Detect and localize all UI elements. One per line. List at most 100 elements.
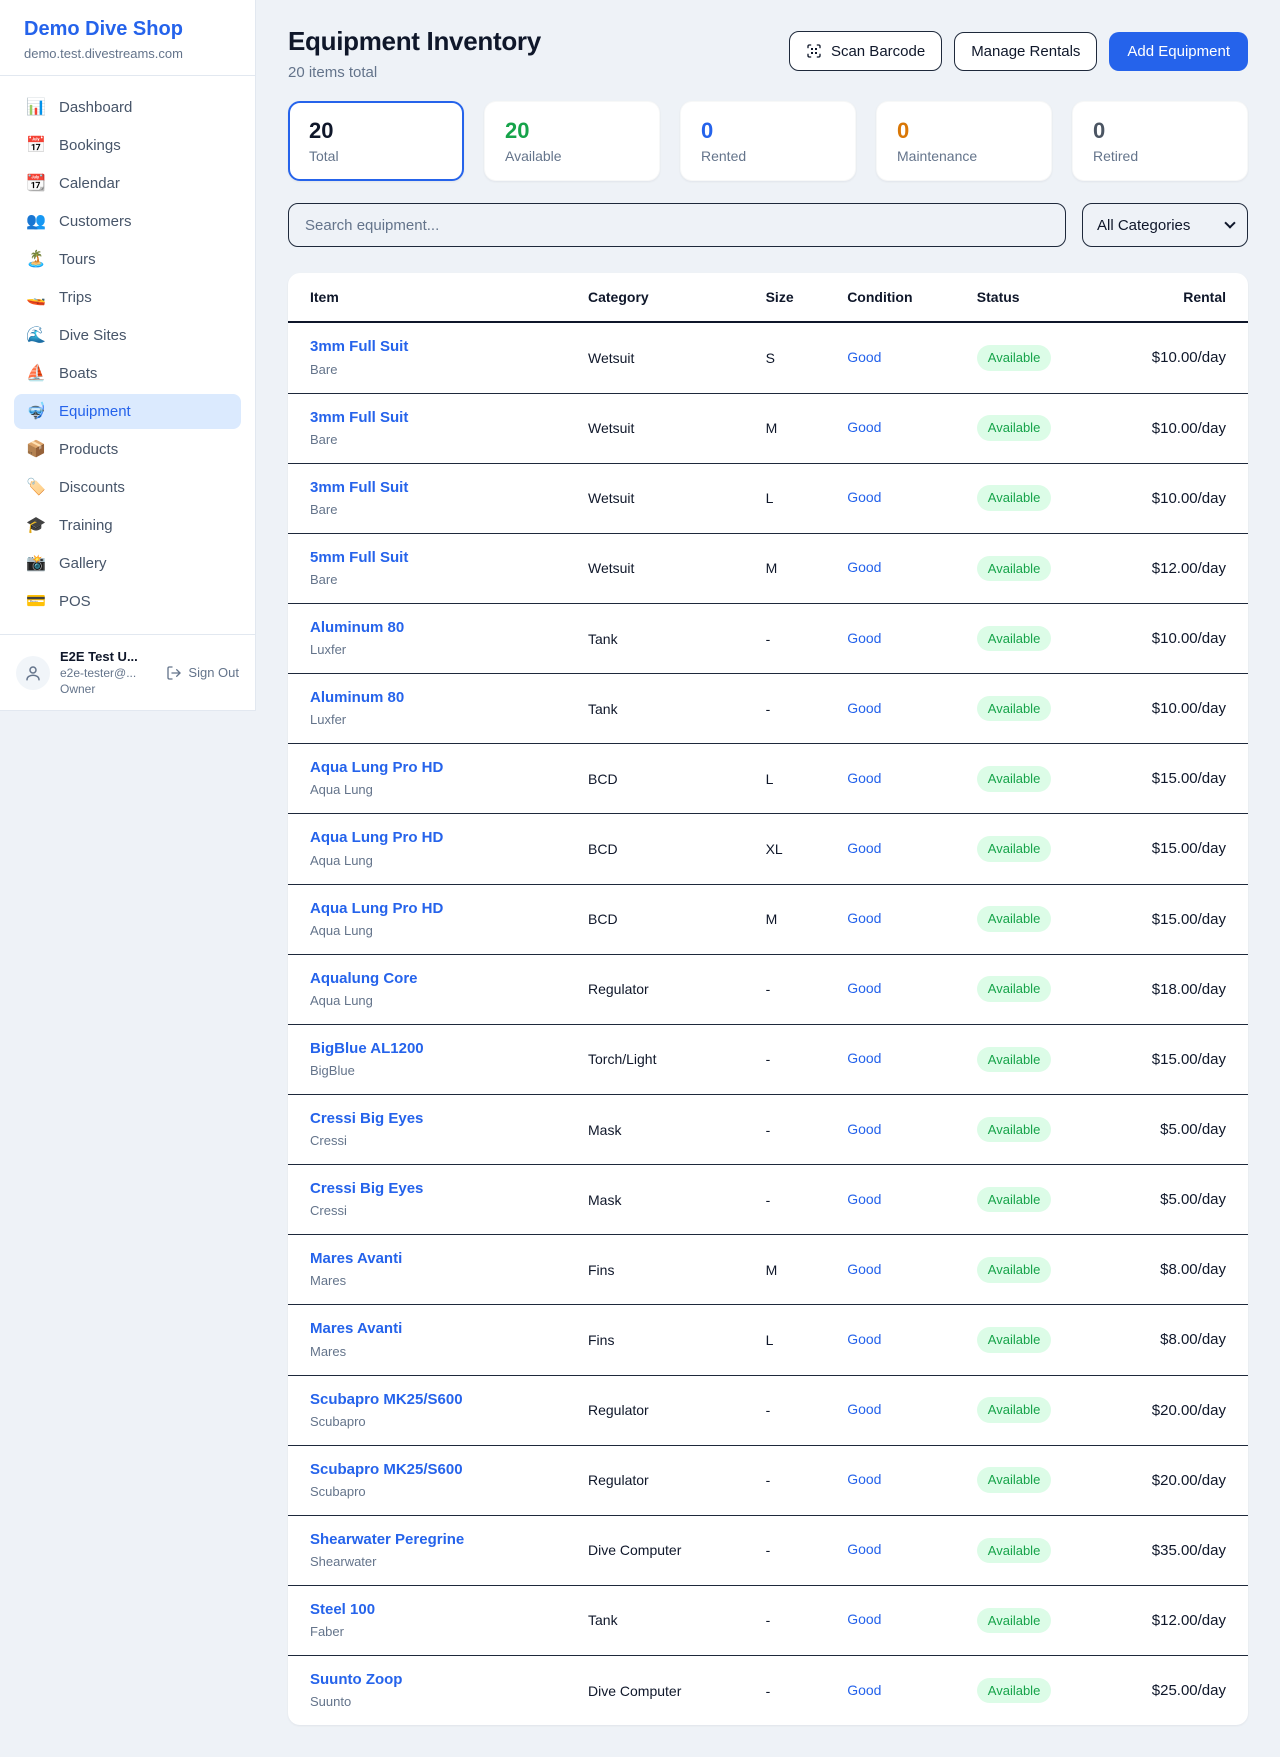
item-link-shearwater-peregrine[interactable]: Shearwater Peregrine (310, 1530, 464, 1550)
table-row-aqua-lung-pro-hd[interactable]: Aqua Lung Pro HD Aqua Lung BCD XL Good A… (288, 814, 1248, 884)
table-row-3mm-full-suit[interactable]: 3mm Full Suit Bare Wetsuit S Good Availa… (288, 322, 1248, 393)
item-link-aluminum-80[interactable]: Aluminum 80 (310, 618, 404, 638)
condition-link[interactable]: Good (847, 559, 881, 575)
table-row-3mm-full-suit[interactable]: 3mm Full Suit Bare Wetsuit M Good Availa… (288, 393, 1248, 463)
rental-cell: $12.00/day (1114, 533, 1248, 603)
condition-link[interactable]: Good (847, 770, 881, 786)
item-link-bigblue-al1200[interactable]: BigBlue AL1200 (310, 1039, 424, 1059)
item-link-aqualung-core[interactable]: Aqualung Core (310, 969, 418, 989)
scan-barcode-button[interactable]: Scan Barcode (789, 31, 942, 71)
item-link-3mm-full-suit[interactable]: 3mm Full Suit (310, 478, 408, 498)
condition-link[interactable]: Good (847, 1611, 881, 1627)
item-link-aqua-lung-pro-hd[interactable]: Aqua Lung Pro HD (310, 758, 443, 778)
condition-link[interactable]: Good (847, 980, 881, 996)
item-link-scubapro-mk25-s600[interactable]: Scubapro MK25/S600 (310, 1460, 463, 1480)
item-link-3mm-full-suit[interactable]: 3mm Full Suit (310, 408, 408, 428)
sidebar-item-bookings[interactable]: 📅 Bookings (14, 128, 241, 163)
condition-link[interactable]: Good (847, 1682, 881, 1698)
manage-rentals-button[interactable]: Manage Rentals (954, 32, 1097, 71)
table-row-scubapro-mk25-s600[interactable]: Scubapro MK25/S600 Scubapro Regulator - … (288, 1445, 1248, 1515)
condition-link[interactable]: Good (847, 489, 881, 505)
item-link-3mm-full-suit[interactable]: 3mm Full Suit (310, 337, 408, 357)
table-row-shearwater-peregrine[interactable]: Shearwater Peregrine Shearwater Dive Com… (288, 1515, 1248, 1585)
condition-link[interactable]: Good (847, 700, 881, 716)
table-row-bigblue-al1200[interactable]: BigBlue AL1200 BigBlue Torch/Light - Goo… (288, 1024, 1248, 1094)
search-input[interactable] (288, 203, 1066, 247)
table-row-aqua-lung-pro-hd[interactable]: Aqua Lung Pro HD Aqua Lung BCD M Good Av… (288, 884, 1248, 954)
table-row-cressi-big-eyes[interactable]: Cressi Big Eyes Cressi Mask - Good Avail… (288, 1094, 1248, 1164)
table-row-mares-avanti[interactable]: Mares Avanti Mares Fins L Good Available… (288, 1305, 1248, 1375)
table-row-scubapro-mk25-s600[interactable]: Scubapro MK25/S600 Scubapro Regulator - … (288, 1375, 1248, 1445)
size-cell: - (754, 1375, 836, 1445)
table-row-aqua-lung-pro-hd[interactable]: Aqua Lung Pro HD Aqua Lung BCD L Good Av… (288, 744, 1248, 814)
item-link-aqua-lung-pro-hd[interactable]: Aqua Lung Pro HD (310, 899, 443, 919)
table-row-5mm-full-suit[interactable]: 5mm Full Suit Bare Wetsuit M Good Availa… (288, 533, 1248, 603)
sidebar-item-dashboard[interactable]: 📊 Dashboard (14, 90, 241, 125)
brand: Demo Dive Shop demo.test.divestreams.com (0, 0, 255, 76)
stat-card-rented[interactable]: 0 Rented (680, 101, 856, 181)
add-equipment-button[interactable]: Add Equipment (1109, 32, 1248, 71)
condition-link[interactable]: Good (847, 1191, 881, 1207)
sign-out-button[interactable]: Sign Out (166, 665, 239, 681)
condition-link[interactable]: Good (847, 1121, 881, 1137)
item-brand: Bare (310, 502, 564, 519)
item-link-aqua-lung-pro-hd[interactable]: Aqua Lung Pro HD (310, 828, 443, 848)
table-row-cressi-big-eyes[interactable]: Cressi Big Eyes Cressi Mask - Good Avail… (288, 1165, 1248, 1235)
item-link-aluminum-80[interactable]: Aluminum 80 (310, 688, 404, 708)
condition-link[interactable]: Good (847, 1050, 881, 1066)
category-select-wrap: All Categories (1082, 203, 1248, 247)
sidebar-item-trips[interactable]: 🚤 Trips (14, 280, 241, 315)
condition-link[interactable]: Good (847, 419, 881, 435)
table-row-mares-avanti[interactable]: Mares Avanti Mares Fins M Good Available… (288, 1235, 1248, 1305)
stat-card-total[interactable]: 20 Total (288, 101, 464, 181)
table-row-aqualung-core[interactable]: Aqualung Core Aqua Lung Regulator - Good… (288, 954, 1248, 1024)
shop-name[interactable]: Demo Dive Shop (24, 18, 231, 41)
sidebar-item-calendar[interactable]: 📆 Calendar (14, 166, 241, 201)
sidebar: Demo Dive Shop demo.test.divestreams.com… (0, 0, 256, 711)
item-link-5mm-full-suit[interactable]: 5mm Full Suit (310, 548, 408, 568)
sidebar-item-dive-sites[interactable]: 🌊 Dive Sites (14, 318, 241, 353)
sidebar-item-pos[interactable]: 💳 POS (14, 584, 241, 619)
sidebar-item-boats[interactable]: ⛵ Boats (14, 356, 241, 391)
condition-link[interactable]: Good (847, 349, 881, 365)
condition-link[interactable]: Good (847, 630, 881, 646)
item-link-scubapro-mk25-s600[interactable]: Scubapro MK25/S600 (310, 1390, 463, 1410)
item-link-suunto-zoop[interactable]: Suunto Zoop (310, 1670, 402, 1690)
condition-link[interactable]: Good (847, 1401, 881, 1417)
sidebar-item-tours[interactable]: 🏝️ Tours (14, 242, 241, 277)
sidebar-item-customers[interactable]: 👥 Customers (14, 204, 241, 239)
stat-card-retired[interactable]: 0 Retired (1072, 101, 1248, 181)
filter-bar: All Categories (288, 203, 1248, 247)
condition-link[interactable]: Good (847, 840, 881, 856)
sidebar-item-discounts[interactable]: 🏷️ Discounts (14, 470, 241, 505)
item-link-mares-avanti[interactable]: Mares Avanti (310, 1319, 402, 1339)
avatar (16, 656, 50, 690)
condition-link[interactable]: Good (847, 910, 881, 926)
table-row-aluminum-80[interactable]: Aluminum 80 Luxfer Tank - Good Available… (288, 603, 1248, 673)
item-link-cressi-big-eyes[interactable]: Cressi Big Eyes (310, 1179, 423, 1199)
sidebar-item-products[interactable]: 📦 Products (14, 432, 241, 467)
table-row-aluminum-80[interactable]: Aluminum 80 Luxfer Tank - Good Available… (288, 674, 1248, 744)
table-row-3mm-full-suit[interactable]: 3mm Full Suit Bare Wetsuit L Good Availa… (288, 463, 1248, 533)
item-link-cressi-big-eyes[interactable]: Cressi Big Eyes (310, 1109, 423, 1129)
condition-link[interactable]: Good (847, 1331, 881, 1347)
sidebar-item-training[interactable]: 🎓 Training (14, 508, 241, 543)
status-badge: Available (977, 1538, 1052, 1564)
item-link-steel-100[interactable]: Steel 100 (310, 1600, 375, 1620)
sidebar-item-gallery[interactable]: 📸 Gallery (14, 546, 241, 581)
condition-link[interactable]: Good (847, 1541, 881, 1557)
stat-card-maintenance[interactable]: 0 Maintenance (876, 101, 1052, 181)
condition-link[interactable]: Good (847, 1471, 881, 1487)
sidebar-item-label: Gallery (59, 555, 107, 572)
category-select[interactable]: All Categories (1082, 203, 1248, 247)
sidebar-item-equipment[interactable]: 🤿 Equipment (14, 394, 241, 429)
equipment-table-card: Item Category Size Condition Status Rent… (288, 273, 1248, 1725)
condition-link[interactable]: Good (847, 1261, 881, 1277)
item-link-mares-avanti[interactable]: Mares Avanti (310, 1249, 402, 1269)
size-cell: XL (754, 814, 836, 884)
stat-card-available[interactable]: 20 Available (484, 101, 660, 181)
category-cell: Dive Computer (576, 1515, 754, 1585)
header-actions: Scan Barcode Manage Rentals Add Equipmen… (789, 31, 1248, 71)
table-row-suunto-zoop[interactable]: Suunto Zoop Suunto Dive Computer - Good … (288, 1656, 1248, 1726)
table-row-steel-100[interactable]: Steel 100 Faber Tank - Good Available $1… (288, 1585, 1248, 1655)
